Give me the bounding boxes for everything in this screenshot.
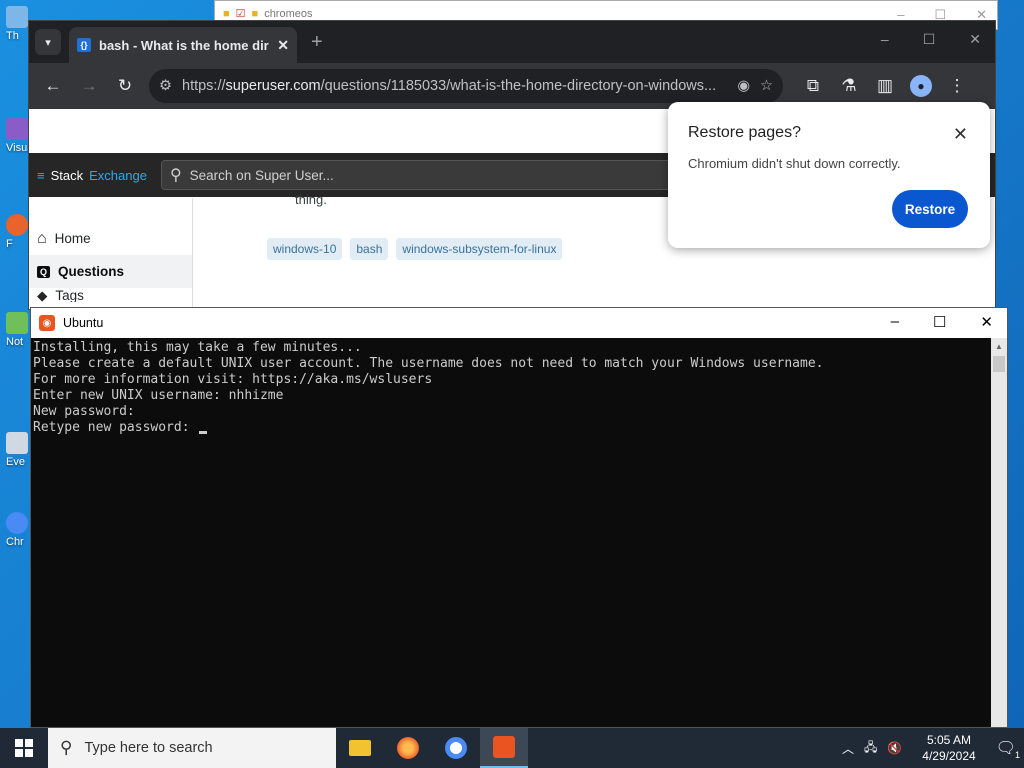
minimize-icon[interactable]: – [881, 31, 889, 48]
url-text: https://superuser.com/questions/1185033/… [182, 78, 717, 94]
explorer-title: chromeos [264, 7, 313, 20]
system-tray: ︿ 🖧 🔇 5:05 AM 4/29/2024 🗨 1 [842, 728, 1024, 768]
close-icon[interactable]: ✕ [969, 31, 981, 48]
restore-button[interactable]: Restore [892, 190, 968, 228]
search-icon: ⚲ [169, 167, 182, 184]
ubuntu-icon [493, 736, 515, 758]
restore-pages-dialog: Restore pages? Chromium didn't shut down… [668, 102, 990, 248]
terminal-prompt-line: Retype new password: [33, 420, 989, 436]
star-icon[interactable]: ☆ [760, 78, 773, 94]
folder-icon: ■ [223, 7, 230, 20]
folder-icon-2: ■ [251, 7, 259, 20]
firefox-icon [397, 737, 419, 759]
notification-icon[interactable]: 🗨 1 [996, 738, 1020, 760]
site-info-icon[interactable]: ⚙ [159, 78, 172, 94]
address-bar[interactable]: ⚙ https://superuser.com/questions/118503… [149, 69, 783, 103]
taskbar-firefox[interactable] [384, 728, 432, 768]
avatar: ● [910, 75, 932, 97]
questions-icon: Q [37, 265, 51, 278]
checkbox-icon: ☑ [235, 8, 246, 20]
nav-home[interactable]: ⌂ Home [29, 222, 192, 255]
search-icon: ⚲ [60, 738, 73, 757]
windows-logo-icon [15, 739, 33, 757]
stackexchange-icon: ≡ [37, 167, 45, 183]
tab-close-icon[interactable]: ✕ [277, 37, 289, 54]
close-icon[interactable]: ✕ [953, 124, 968, 145]
recycle-bin-icon [6, 6, 28, 28]
side-panel-icon[interactable]: ▥ [869, 70, 901, 102]
tag-list: windows-10 bash windows-subsystem-for-li… [267, 238, 563, 260]
terminal-line: Enter new UNIX username: nhhizme [33, 388, 284, 403]
question-snippet: thing. [295, 192, 327, 207]
visual-studio-icon [6, 118, 28, 140]
taskbar: ⚲ Type here to search ︿ 🖧 🔇 5:05 AM 4/29… [0, 728, 1024, 768]
notification-count: 1 [1014, 750, 1020, 760]
site-favicon-icon: {} [77, 38, 91, 52]
taskbar-file-explorer[interactable] [336, 728, 384, 768]
tag-windows-10[interactable]: windows-10 [267, 238, 343, 260]
chromium-icon [6, 512, 28, 534]
terminal-line: New password: [33, 404, 135, 419]
labs-icon[interactable]: ⚗ [833, 70, 865, 102]
menu-icon[interactable]: ⋮ [941, 70, 973, 102]
terminal-scrollbar[interactable]: ▲ [991, 338, 1007, 727]
firefox-icon [6, 214, 28, 236]
new-tab-button[interactable]: + [311, 31, 323, 54]
maximize-icon[interactable]: ☐ [923, 31, 936, 48]
start-button[interactable] [0, 728, 48, 768]
extensions-icon[interactable]: ⧉ [797, 70, 829, 102]
tab-active[interactable]: {} bash - What is the home directo ✕ [69, 27, 297, 63]
terminal-output[interactable]: Installing, this may take a few minutes.… [31, 338, 991, 727]
clock[interactable]: 5:05 AM 4/29/2024 [922, 732, 975, 764]
tag-icon: ◆ [37, 288, 48, 302]
minimize-icon[interactable]: – [891, 313, 899, 331]
dialog-message: Chromium didn't shut down correctly. [688, 156, 901, 171]
ubuntu-terminal-window: ◉ Ubuntu – ☐ ✕ Installing, this may take… [30, 307, 1008, 728]
terminal-line: Installing, this may take a few minutes.… [33, 340, 362, 355]
eye-off-icon[interactable]: ◉ [737, 78, 750, 94]
taskbar-chromium[interactable] [432, 728, 480, 768]
network-icon[interactable]: 🖧 [864, 738, 877, 759]
nav-questions[interactable]: Q Questions [29, 255, 192, 288]
forward-button[interactable]: → [73, 70, 105, 102]
terminal-line: For more information visit: https://aka.… [33, 372, 433, 387]
everything-icon [6, 432, 28, 454]
notepad-icon [6, 312, 28, 334]
scrollbar-thumb[interactable] [993, 356, 1005, 372]
terminal-titlebar: ◉ Ubuntu – ☐ ✕ [31, 308, 1007, 338]
volume-muted-icon[interactable]: 🔇 [887, 741, 902, 755]
tab-search-button[interactable]: ▾ [35, 29, 61, 55]
back-button[interactable]: ← [37, 70, 69, 102]
profile-button[interactable]: ● [905, 70, 937, 102]
dialog-title: Restore pages? [688, 124, 801, 141]
close-icon[interactable]: ✕ [980, 313, 993, 331]
chevron-up-icon[interactable]: ︿ [842, 740, 854, 757]
tab-strip: ▾ {} bash - What is the home directo ✕ +… [29, 21, 995, 63]
site-search-input[interactable]: ⚲ Search on Super User... [160, 160, 701, 190]
site-sidebar: ⌂ Home Q Questions ◆ Tags [29, 198, 193, 308]
terminal-line: Please create a default UNIX user accoun… [33, 356, 824, 371]
taskbar-search[interactable]: ⚲ Type here to search [48, 728, 336, 768]
home-icon: ⌂ [37, 229, 47, 247]
tag-bash[interactable]: bash [350, 238, 389, 260]
scroll-up-icon[interactable]: ▲ [995, 342, 1003, 351]
file-explorer-icon [349, 740, 371, 756]
reload-button[interactable]: ↻ [109, 70, 141, 102]
maximize-icon[interactable]: ☐ [933, 313, 946, 331]
stackexchange-logo[interactable]: ≡ Stack Exchange [37, 168, 147, 183]
tab-title: bash - What is the home directo [99, 37, 269, 53]
chromium-icon [445, 737, 467, 759]
ubuntu-icon: ◉ [39, 315, 55, 331]
terminal-title: Ubuntu [63, 316, 104, 330]
terminal-cursor [199, 431, 208, 434]
tag-wsl[interactable]: windows-subsystem-for-linux [396, 238, 563, 260]
taskbar-ubuntu[interactable] [480, 728, 528, 768]
nav-tags[interactable]: ◆ Tags [29, 288, 192, 302]
